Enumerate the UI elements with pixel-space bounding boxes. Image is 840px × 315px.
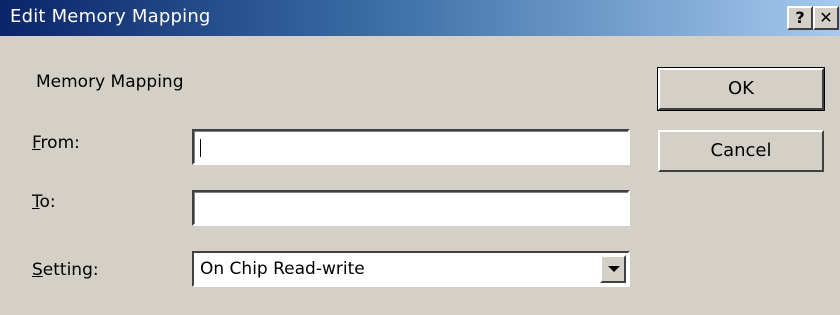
edit-memory-mapping-dialog: Edit Memory Mapping ? ✕ Memory Mapping F… [0, 0, 840, 315]
ok-button[interactable]: OK [657, 67, 825, 111]
close-button[interactable]: ✕ [813, 6, 839, 30]
from-label: From: [32, 133, 80, 153]
window-title: Edit Memory Mapping [10, 6, 211, 27]
chevron-down-icon [608, 266, 620, 272]
to-label-text: o: [39, 192, 56, 212]
setting-select[interactable]: On Chip Read-write [192, 251, 630, 287]
help-button[interactable]: ? [787, 6, 813, 30]
cancel-button[interactable]: Cancel [658, 130, 824, 172]
text-caret [200, 139, 201, 157]
setting-label-text: etting: [42, 260, 99, 280]
setting-label: Setting: [32, 260, 99, 280]
from-label-accelerator: F [32, 133, 41, 153]
from-input[interactable] [192, 129, 630, 165]
setting-dropdown-button[interactable] [600, 255, 626, 283]
memory-mapping-label: Memory Mapping [36, 72, 184, 92]
to-label: To: [32, 192, 56, 212]
setting-label-accelerator: S [32, 260, 43, 280]
help-icon: ? [795, 8, 805, 27]
from-label-text: rom: [40, 133, 80, 153]
close-icon: ✕ [819, 8, 833, 27]
to-label-accelerator: T [32, 192, 40, 212]
to-input[interactable] [192, 190, 630, 226]
title-bar[interactable]: Edit Memory Mapping ? ✕ [0, 0, 840, 36]
setting-select-value: On Chip Read-write [200, 259, 365, 279]
